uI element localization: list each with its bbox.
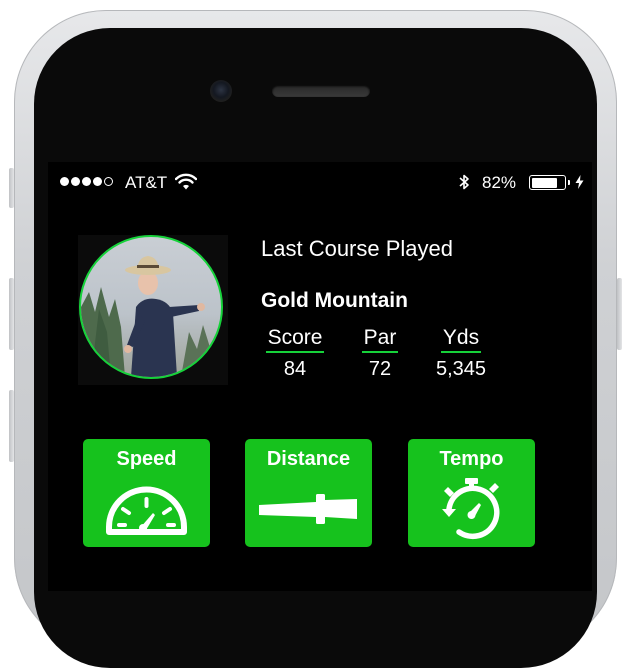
signal-strength-icon: [60, 177, 113, 186]
app-screen: AT&T 82% Last Course Played Gold Mountai…: [48, 162, 592, 591]
score-value: 84: [283, 358, 307, 380]
tempo-button[interactable]: Tempo: [408, 439, 535, 547]
score-stat: Score 84: [260, 326, 330, 381]
yards-stat: Yds 5,345: [425, 326, 497, 381]
speedometer-icon: [106, 486, 187, 535]
charging-bolt-icon: [575, 175, 584, 189]
bluetooth-icon: [459, 174, 469, 190]
volume-down-button: [9, 390, 14, 462]
golfer-photo: [81, 256, 221, 377]
yards-label: Yds: [440, 326, 482, 353]
volume-up-button: [9, 278, 14, 350]
course-name: Gold Mountain: [261, 289, 408, 312]
par-stat: Par 72: [352, 326, 408, 381]
distance-button[interactable]: Distance: [245, 439, 372, 547]
battery-level-fill: [531, 177, 558, 188]
earpiece-speaker: [272, 85, 370, 97]
golf-club-icon: [259, 494, 357, 524]
speed-button[interactable]: Speed: [83, 439, 210, 547]
carrier-label: AT&T: [125, 173, 168, 192]
status-bar: AT&T 82%: [48, 162, 592, 202]
wifi-icon: [175, 173, 197, 190]
profile-avatar[interactable]: [79, 235, 223, 379]
mute-switch: [9, 168, 14, 208]
last-course-label: Last Course Played: [261, 236, 453, 261]
par-label: Par: [361, 326, 399, 353]
score-label: Score: [265, 326, 325, 353]
battery-icon: [529, 175, 570, 190]
battery-percent-label: 82%: [482, 173, 517, 192]
par-value: 72: [368, 358, 392, 380]
power-button: [617, 278, 622, 350]
stopwatch-icon: [442, 478, 500, 540]
yards-value: 5,345: [435, 358, 487, 380]
front-camera: [210, 80, 232, 102]
